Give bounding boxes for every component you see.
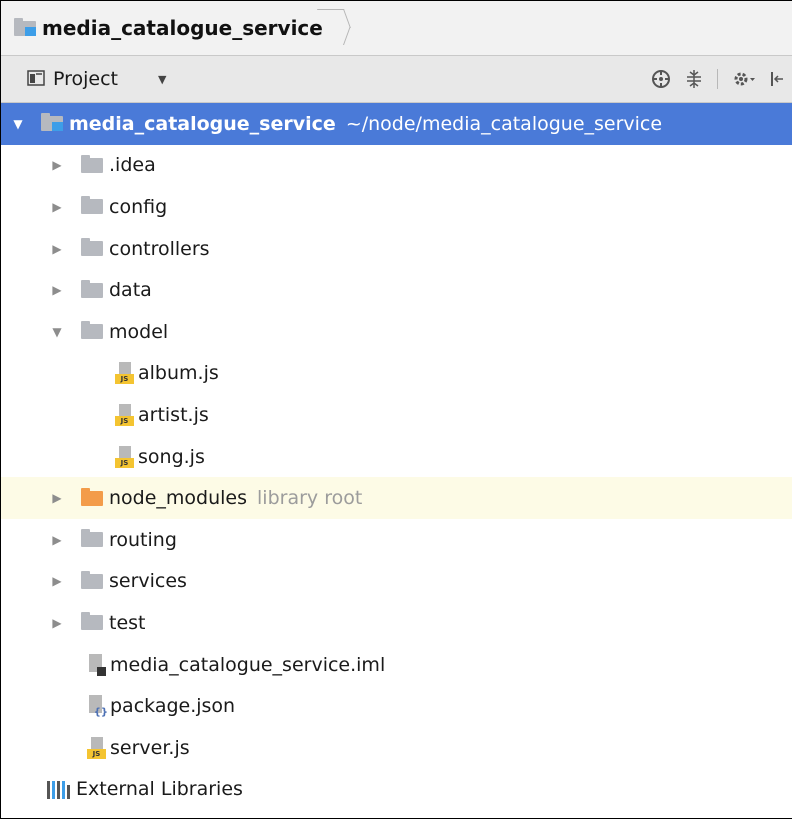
tree-item-label: package.json: [110, 695, 236, 718]
folder-icon: [81, 612, 103, 631]
tree-item-controllers[interactable]: ▶ controllers: [1, 228, 792, 270]
collapsed-arrow-icon[interactable]: ▶: [50, 283, 64, 297]
project-view-selector[interactable]: Project: [53, 68, 118, 90]
tree-item-node-modules[interactable]: ▶ node_modules library root: [1, 477, 792, 519]
module-folder-icon: [41, 113, 63, 132]
tree-item-label: node_modules: [109, 487, 248, 510]
tree-item-label: test: [109, 611, 146, 634]
tree-item-routing[interactable]: ▶ routing: [1, 519, 792, 561]
tree-item-label: config: [109, 195, 168, 218]
tree-item-label: data: [109, 279, 152, 302]
collapsed-arrow-icon[interactable]: ▶: [50, 242, 64, 256]
collapsed-arrow-icon[interactable]: ▶: [50, 491, 64, 505]
javascript-file-icon: JS: [115, 403, 134, 426]
tree-item-data[interactable]: ▶ data: [1, 269, 792, 311]
project-tool-window: media_catalogue_service Project ▼ ▼ medi…: [0, 0, 792, 819]
collapsed-arrow-icon[interactable]: ▶: [50, 616, 64, 630]
folder-icon: [81, 196, 103, 215]
breadcrumb-label: media_catalogue_service: [42, 16, 323, 40]
tree-item-label: server.js: [110, 736, 190, 759]
collapsed-arrow-icon[interactable]: ▶: [50, 574, 64, 588]
folder-icon: [81, 154, 103, 173]
expanded-arrow-icon[interactable]: ▼: [11, 117, 25, 131]
module-file-icon: [87, 653, 106, 676]
tree-item-idea[interactable]: ▶ .idea: [1, 145, 792, 187]
project-view-icon: [27, 70, 45, 86]
folder-icon: [81, 321, 103, 340]
tree-item-label: media_catalogue_service.iml: [110, 653, 386, 676]
library-root-hint: library root: [257, 487, 363, 510]
tree-item-label: services: [109, 570, 187, 593]
tree-item-model[interactable]: ▼ model: [1, 311, 792, 353]
tree-item-package-json[interactable]: {} package.json: [1, 685, 792, 727]
collapsed-arrow-icon[interactable]: ▶: [50, 158, 64, 172]
navigation-bar: media_catalogue_service: [1, 1, 792, 56]
tree-item-label: External Libraries: [76, 778, 243, 801]
hide-panel-icon[interactable]: [770, 69, 784, 89]
tree-root-row[interactable]: ▼ media_catalogue_service ~/node/media_c…: [1, 103, 792, 145]
expanded-arrow-icon[interactable]: ▼: [50, 325, 64, 339]
tree-item-iml-file[interactable]: media_catalogue_service.iml: [1, 644, 792, 686]
folder-icon: [81, 238, 103, 257]
tree-item-label: routing: [109, 528, 177, 551]
tree-root-path: ~/node/media_catalogue_service: [345, 112, 663, 135]
tree-item-services[interactable]: ▶ services: [1, 561, 792, 603]
module-folder-icon: [14, 17, 36, 36]
javascript-file-icon: JS: [115, 362, 134, 385]
scroll-from-source-icon[interactable]: [651, 69, 671, 89]
tree-item-server-js[interactable]: JS server.js: [1, 727, 792, 769]
tree-item-label: album.js: [138, 362, 219, 385]
tree-item-label: .idea: [109, 154, 156, 177]
tree-item-external-libraries[interactable]: External Libraries: [1, 769, 792, 811]
collapsed-arrow-icon[interactable]: ▶: [50, 533, 64, 547]
project-tree: ▼ media_catalogue_service ~/node/media_c…: [1, 103, 792, 810]
project-toolbar: Project ▼: [1, 56, 792, 103]
tree-item-label: controllers: [109, 237, 210, 260]
collapsed-arrow-icon[interactable]: ▶: [50, 200, 64, 214]
tree-root-label: media_catalogue_service: [69, 112, 336, 135]
tree-item-album-js[interactable]: JS album.js: [1, 353, 792, 395]
folder-icon: [81, 529, 103, 548]
folder-icon: [81, 279, 103, 298]
javascript-file-icon: JS: [87, 736, 106, 759]
tree-item-config[interactable]: ▶ config: [1, 186, 792, 228]
toolbar-divider: [717, 69, 718, 89]
tree-item-label: song.js: [138, 445, 205, 468]
gear-icon[interactable]: [732, 69, 756, 89]
breadcrumb-item-project[interactable]: media_catalogue_service: [14, 16, 323, 40]
library-icon: [47, 779, 70, 800]
tree-item-label: model: [109, 320, 169, 343]
folder-icon: [81, 570, 103, 589]
library-folder-icon: [81, 487, 103, 506]
tree-item-test[interactable]: ▶ test: [1, 602, 792, 644]
tree-item-label: artist.js: [138, 403, 209, 426]
collapse-all-icon[interactable]: [685, 69, 703, 89]
json-file-icon: {}: [87, 695, 108, 718]
tree-item-artist-js[interactable]: JS artist.js: [1, 394, 792, 436]
toolbar-actions: [651, 56, 792, 102]
breadcrumb-separator: [323, 1, 345, 55]
tree-item-song-js[interactable]: JS song.js: [1, 436, 792, 478]
javascript-file-icon: JS: [115, 445, 134, 468]
chevron-down-icon[interactable]: ▼: [158, 73, 166, 86]
